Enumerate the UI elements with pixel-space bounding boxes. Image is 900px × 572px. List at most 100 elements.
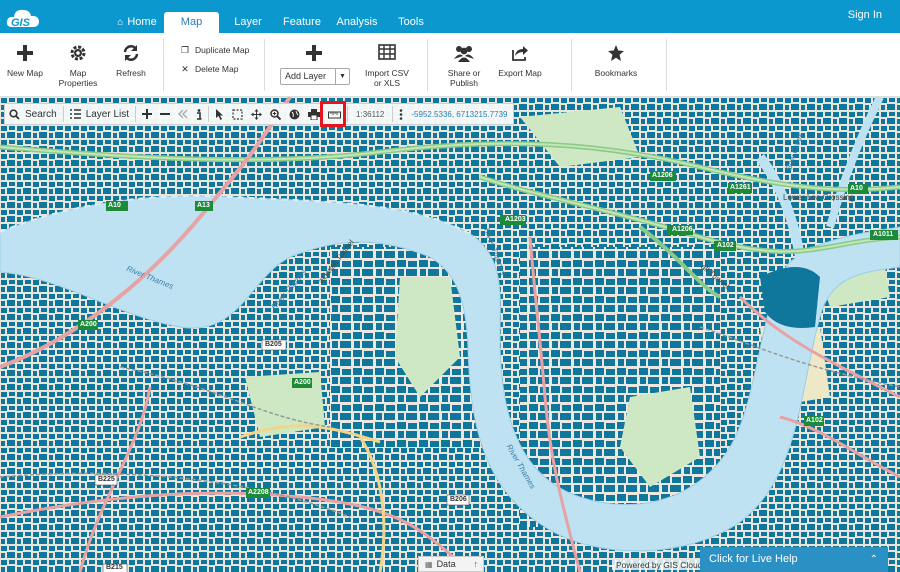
powered-by-label: Powered by GIS Cloud <box>612 560 707 570</box>
coordinate-readout: -5952.5336, 6713215.7739 <box>411 109 508 119</box>
close-icon: ✕ <box>181 64 189 74</box>
bookmarks-label: Bookmarks <box>594 68 638 78</box>
tab-map-label: Map <box>180 16 203 28</box>
zoom-box-button[interactable] <box>266 104 285 124</box>
gis-cloud-logo[interactable]: GIS <box>4 3 42 31</box>
info-icon <box>197 108 202 120</box>
refresh-icon <box>110 44 152 68</box>
copy-icon: ❐ <box>180 45 190 55</box>
search-icon <box>9 108 20 120</box>
tab-feature[interactable]: Feature <box>280 12 324 33</box>
new-map-label: New Map <box>7 68 43 78</box>
tab-map[interactable]: Map <box>164 12 219 33</box>
toolbar-divider <box>135 106 137 122</box>
plus-icon <box>296 44 332 68</box>
tab-analysis[interactable]: Analysis <box>333 12 381 33</box>
map-toolbar: Search Layer List 1:36112 -5952.5336, 67… <box>4 103 514 125</box>
sign-in-link[interactable]: Sign In <box>848 9 882 21</box>
add-layer-plus[interactable] <box>296 33 332 63</box>
globe-icon <box>289 109 300 119</box>
bookmarks-button[interactable]: Bookmarks <box>590 33 642 97</box>
road-label-a200b: A200 <box>294 379 311 386</box>
grid-icon: ▦ <box>425 560 433 569</box>
new-map-button[interactable]: New Map <box>4 33 46 97</box>
tab-layer[interactable]: Layer <box>226 12 270 33</box>
ribbon-divider <box>571 39 572 91</box>
more-options-button[interactable] <box>395 104 407 124</box>
road-label-a13: A10 <box>850 185 863 192</box>
import-csv-button[interactable]: Import CSV or XLS <box>360 33 414 97</box>
tab-home-label: Home <box>127 16 157 28</box>
tab-feature-label: Feature <box>283 16 321 28</box>
duplicate-map-button[interactable]: ❐ Duplicate Map <box>178 45 249 56</box>
road-label-a1011: A1011 <box>873 231 894 238</box>
lower-lea-crossing-label: Lower Lea Crossing <box>783 193 855 202</box>
tab-analysis-label: Analysis <box>336 16 378 28</box>
select-pointer-button[interactable] <box>211 104 228 124</box>
zoom-out-button[interactable] <box>156 104 174 124</box>
road-label-a10: A10 <box>108 202 121 209</box>
chevron-down-icon: ▼ <box>335 69 349 84</box>
map-canvas[interactable]: A1203 A1206 A1261 A1206 A102 A10 A1011 A… <box>0 97 900 572</box>
live-help-label: Click for Live Help <box>709 553 798 565</box>
ribbon: New Map Map Properties Refresh ❐ Duplicat… <box>0 33 900 97</box>
chevron-up-icon: ⌃ <box>869 554 878 565</box>
layer-list-label: Layer List <box>85 108 130 120</box>
add-layer-dropdown[interactable]: Add Layer ▼ <box>280 68 350 85</box>
live-help-button[interactable]: Click for Live Help ⌃ <box>700 547 888 572</box>
refresh-button[interactable]: Refresh <box>110 33 152 97</box>
road-label-a13b: A13 <box>197 202 210 209</box>
tab-layer-label: Layer <box>234 16 262 28</box>
home-icon: ⌂ <box>117 17 124 28</box>
map-properties-label-2: Properties <box>58 78 98 88</box>
export-map-label: Export Map <box>498 68 542 78</box>
layer-list-button[interactable]: Layer List <box>66 104 133 124</box>
road-label-b206: B206 <box>450 496 467 503</box>
printer-icon <box>308 108 321 120</box>
export-map-button[interactable]: Export Map <box>496 33 544 97</box>
pan-button[interactable] <box>247 104 266 124</box>
logo-text: GIS <box>11 17 30 29</box>
tab-home[interactable]: ⌂ Home <box>112 12 162 33</box>
ribbon-divider <box>163 39 164 91</box>
data-panel-toggle[interactable]: ▦ Data ↑ <box>418 556 484 572</box>
road-label-a1203: A1203 <box>505 216 526 223</box>
road-label-a200: A200 <box>80 321 97 328</box>
zoom-in-button[interactable] <box>138 104 156 124</box>
double-chevron-left-icon <box>178 109 188 119</box>
map-properties-button[interactable]: Map Properties <box>54 33 102 97</box>
list-icon <box>69 109 81 119</box>
road-label-b225: B225 <box>98 476 115 483</box>
toolbar-divider <box>392 106 394 122</box>
road-label-a2208: A2208 <box>248 489 269 496</box>
share-label-1: Share or <box>447 68 481 78</box>
gear-icon <box>54 44 102 68</box>
ribbon-divider <box>427 39 428 91</box>
map-properties-label-1: Map <box>69 68 87 78</box>
full-extent-button[interactable] <box>285 104 304 124</box>
previous-extent-button[interactable] <box>174 104 192 124</box>
tab-tools[interactable]: Tools <box>392 12 430 33</box>
box-select-icon <box>232 108 243 120</box>
arrow-up-icon: ↑ <box>473 559 479 569</box>
toolbar-divider <box>347 106 349 122</box>
table-icon <box>360 44 414 68</box>
box-select-button[interactable] <box>228 104 247 124</box>
ribbon-divider <box>264 39 265 91</box>
road-label-a1261: A1261 <box>730 184 751 191</box>
share-label-2: Publish <box>450 78 478 88</box>
search-button[interactable]: Search <box>5 104 61 124</box>
export-icon <box>496 44 544 68</box>
scale-readout: 1:36112 <box>356 109 385 119</box>
zoom-out-icon <box>160 113 171 115</box>
ribbon-divider <box>666 39 667 91</box>
plus-icon <box>4 44 46 68</box>
share-publish-button[interactable]: Share or Publish <box>440 33 488 97</box>
pointer-icon <box>216 108 224 120</box>
road-label-a1206b: A1206 <box>672 226 693 233</box>
top-nav: GIS ⌂ Home Map Layer Feature Analysis Too… <box>0 0 900 33</box>
road-label-b205: B205 <box>265 341 282 348</box>
info-button[interactable] <box>192 104 206 124</box>
delete-map-button[interactable]: ✕ Delete Map <box>178 64 238 75</box>
import-label-2: or XLS <box>374 78 400 88</box>
